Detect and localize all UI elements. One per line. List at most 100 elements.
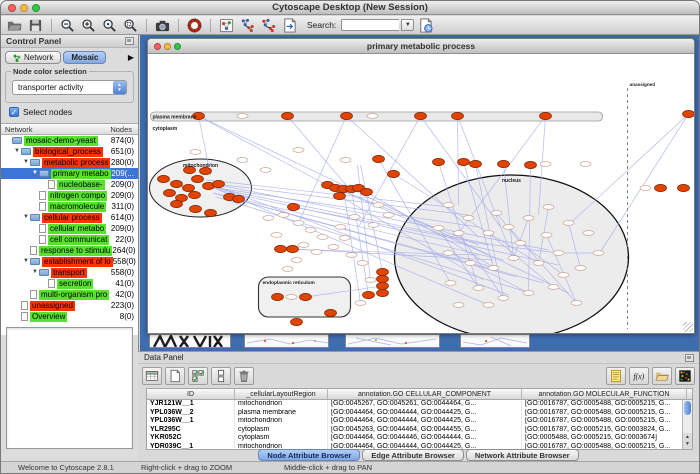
label-node[interactable]: [553, 251, 564, 256]
label-node[interactable]: [367, 114, 378, 119]
label-node[interactable]: [355, 301, 366, 306]
gene-node[interactable]: [275, 245, 287, 252]
gene-node[interactable]: [655, 184, 667, 191]
label-node[interactable]: [328, 245, 339, 250]
network-window-titlebar[interactable]: primary metabolic process: [148, 39, 694, 54]
gene-node[interactable]: [458, 158, 470, 165]
tree-row[interactable]: response to stimulu264(0): [1, 245, 138, 256]
gene-node[interactable]: [415, 112, 427, 119]
tab-overflow-arrow[interactable]: ▶: [128, 53, 134, 62]
label-node[interactable]: [293, 221, 304, 226]
gene-node[interactable]: [433, 158, 445, 165]
import-network-icon[interactable]: [280, 17, 299, 34]
expander-icon[interactable]: ▼: [14, 148, 21, 155]
gene-node[interactable]: [452, 112, 464, 119]
label-node[interactable]: [583, 231, 594, 236]
label-node[interactable]: [311, 250, 322, 255]
search-input[interactable]: [341, 19, 399, 31]
expander-icon[interactable]: ▼: [23, 258, 30, 265]
label-node[interactable]: [540, 162, 551, 167]
gene-node[interactable]: [470, 160, 482, 167]
label-node[interactable]: [548, 285, 559, 290]
open-icon[interactable]: [5, 17, 24, 34]
zoom-selected-icon[interactable]: [121, 17, 140, 34]
tab-mosaic[interactable]: Mosaic: [63, 51, 106, 64]
tree-row[interactable]: multi-organism pro42(0): [1, 289, 138, 300]
tree-row[interactable]: macromolecule311(0): [1, 201, 138, 212]
label-node[interactable]: [463, 216, 474, 221]
tab-edge-attribute-browser[interactable]: Edge Attribute Browser: [362, 449, 463, 461]
label-node[interactable]: [365, 278, 376, 283]
expander-icon[interactable]: ▼: [23, 214, 30, 221]
expander-icon[interactable]: ▼: [32, 170, 39, 177]
tree-row[interactable]: ▼cellular process614(0): [1, 212, 138, 223]
label-node[interactable]: [523, 216, 534, 221]
tree-row[interactable]: ▼biological_process651(0): [1, 146, 138, 157]
label-node[interactable]: [346, 253, 357, 258]
session-save-icon[interactable]: [416, 17, 435, 34]
gene-node[interactable]: [171, 180, 183, 187]
tree-row[interactable]: mosaic-demo-yeast874(0): [1, 135, 138, 146]
tree-row[interactable]: cellular metabo209(0): [1, 223, 138, 234]
tree-row[interactable]: unassigned223(0): [1, 300, 138, 311]
tree-row[interactable]: cell communicat22(0): [1, 234, 138, 245]
gene-node[interactable]: [233, 195, 245, 202]
gene-node[interactable]: [683, 110, 695, 117]
zoom-window-icon[interactable]: [32, 4, 40, 12]
notes-icon[interactable]: [606, 367, 626, 385]
label-node[interactable]: [291, 258, 302, 263]
label-node[interactable]: [263, 216, 274, 221]
label-node[interactable]: [278, 213, 289, 218]
label-node[interactable]: [373, 203, 384, 208]
tab-network[interactable]: Network: [5, 51, 61, 64]
gene-node[interactable]: [300, 293, 312, 300]
label-node[interactable]: [465, 261, 476, 266]
label-node[interactable]: [541, 233, 552, 238]
frame-minimize-icon[interactable]: [164, 43, 171, 50]
minimized-window[interactable]: [149, 334, 231, 348]
minimized-window[interactable]: [460, 334, 530, 348]
network-modify-b-icon[interactable]: [259, 17, 278, 34]
gene-node[interactable]: [334, 192, 346, 199]
tree-row[interactable]: nucleobase-209(0): [1, 179, 138, 190]
label-node[interactable]: [368, 223, 379, 228]
label-node[interactable]: [282, 267, 293, 272]
label-node[interactable]: [523, 291, 534, 296]
gene-node[interactable]: [388, 170, 400, 177]
gene-node[interactable]: [288, 203, 300, 210]
gene-node[interactable]: [377, 289, 389, 296]
gene-node[interactable]: [363, 291, 375, 298]
gene-node[interactable]: [377, 282, 389, 289]
snapshot-icon[interactable]: [153, 17, 172, 34]
new-attribute-icon[interactable]: [165, 367, 185, 385]
float-panel-icon[interactable]: [685, 354, 694, 362]
table-row[interactable]: YLR295Ccytoplasm[GO:0045263, GO:0044464,…: [147, 426, 692, 435]
label-node[interactable]: [445, 281, 456, 286]
gene-node[interactable]: [287, 245, 299, 252]
tree-row[interactable]: secretion41(0): [1, 278, 138, 289]
tree-row[interactable]: nitrogen compo209(0): [1, 190, 138, 201]
label-node[interactable]: [349, 215, 360, 220]
label-node[interactable]: [580, 162, 591, 167]
zoom-out-icon[interactable]: [58, 17, 77, 34]
label-node[interactable]: [571, 301, 582, 306]
table-column-header[interactable]: ID: [147, 389, 235, 399]
table-column-header[interactable]: annotation.GO MOLECULAR_FUNCTION: [522, 389, 687, 399]
label-node[interactable]: [491, 211, 502, 216]
gene-node[interactable]: [377, 268, 389, 275]
label-node[interactable]: [498, 296, 509, 301]
birds-eye-view[interactable]: [6, 327, 133, 449]
gene-node[interactable]: [361, 188, 373, 195]
gene-node[interactable]: [190, 205, 202, 212]
select-attributes-icon[interactable]: [188, 367, 208, 385]
zoom-fit-icon[interactable]: [100, 17, 119, 34]
label-node[interactable]: [286, 295, 297, 300]
label-node[interactable]: [453, 231, 464, 236]
label-node[interactable]: [473, 286, 484, 291]
tree-row[interactable]: ▼metabolic process280(0): [1, 157, 138, 168]
label-node[interactable]: [488, 266, 499, 271]
layout-icon[interactable]: [217, 17, 236, 34]
label-node[interactable]: [293, 148, 304, 153]
label-node[interactable]: [543, 205, 554, 210]
gene-node[interactable]: [373, 155, 385, 162]
